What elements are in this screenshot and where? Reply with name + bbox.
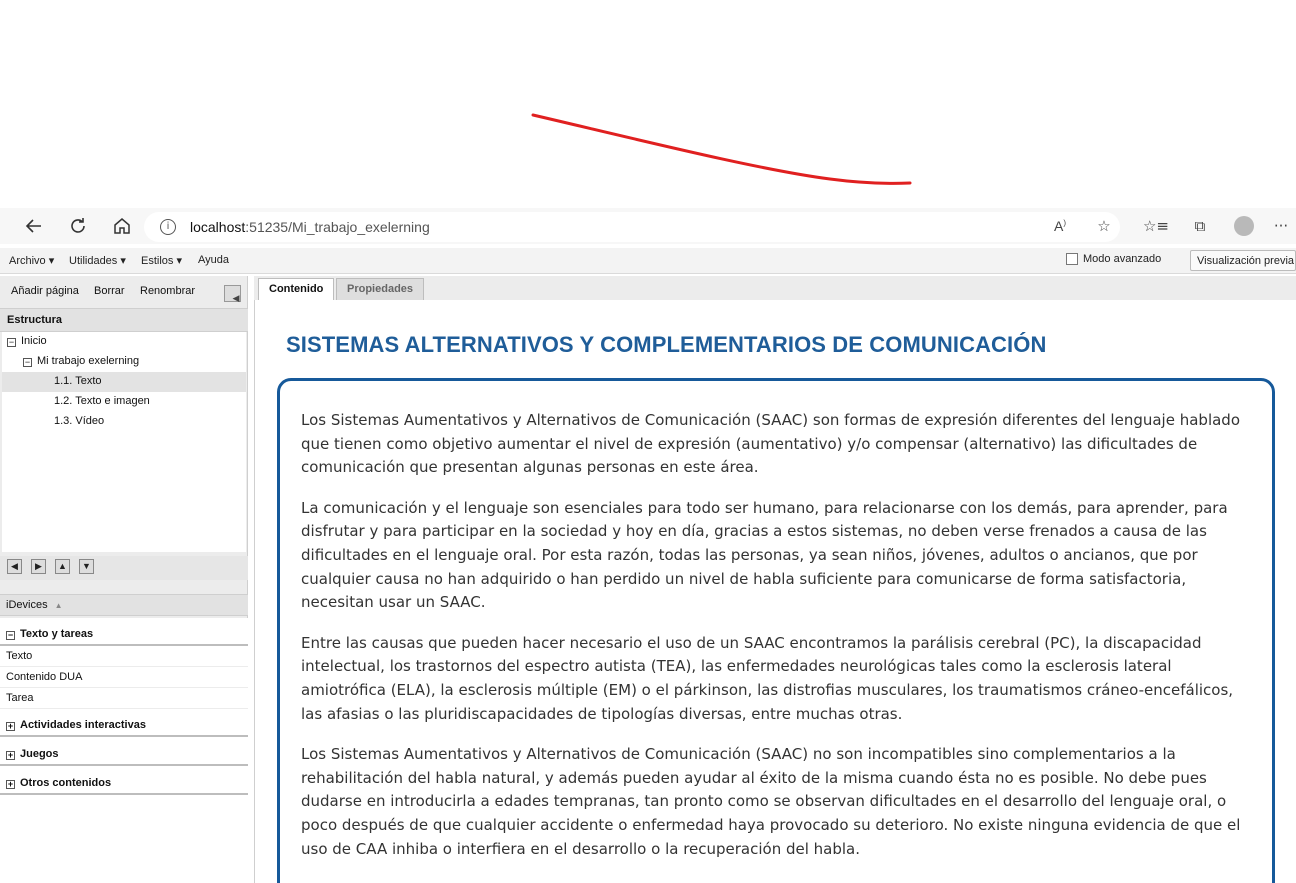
- paragraph: Los Sistemas Aumentativos y Alternativos…: [301, 411, 1241, 477]
- category-juegos[interactable]: + Juegos: [0, 744, 248, 766]
- advanced-mode-toggle[interactable]: Modo avanzado: [1066, 253, 1161, 265]
- menu-ayuda[interactable]: Ayuda: [198, 254, 229, 266]
- sort-up-icon: ▲: [54, 601, 63, 610]
- move-left-button[interactable]: ◀: [7, 559, 22, 574]
- menu-utilidades[interactable]: Utilidades ▾: [69, 254, 126, 267]
- category-otros[interactable]: + Otros contenidos: [0, 773, 248, 795]
- text-idevice-body: Los Sistemas Aumentativos y Alternativos…: [301, 409, 1253, 878]
- screen: i localhost:51235/Mi_trabajo_exelerning …: [0, 0, 1296, 883]
- tree-node-video[interactable]: 1.3. Vídeo: [2, 412, 246, 432]
- advanced-mode-label: Modo avanzado: [1083, 253, 1162, 265]
- ellipsis-icon: ···: [1273, 217, 1289, 235]
- profile-button[interactable]: [1222, 210, 1266, 242]
- text-idevice-frame: Los Sistemas Aumentativos y Alternativos…: [277, 378, 1275, 883]
- add-page-button[interactable]: Añadir página: [11, 285, 79, 297]
- collections-icon: ⧉: [1194, 217, 1206, 235]
- tree-node-texto[interactable]: 1.1. Texto: [2, 372, 246, 392]
- idevice-texto[interactable]: Texto: [0, 646, 248, 667]
- rename-button[interactable]: Renombrar: [140, 285, 195, 297]
- url-path: :51235/Mi_trabajo_exelerning: [245, 219, 430, 235]
- tree-node-mi-trabajo[interactable]: − Mi trabajo exelerning: [2, 352, 246, 372]
- app-menu-bar: Archivo ▾ Utilidades ▾ Estilos ▾ Ayuda M…: [0, 248, 1296, 274]
- home-button[interactable]: [104, 210, 140, 242]
- move-up-button[interactable]: ▲: [55, 559, 70, 574]
- arrow-down-icon: ▼: [82, 561, 91, 571]
- more-menu-button[interactable]: ···: [1266, 210, 1296, 242]
- paragraph: Entre las causas que pueden hacer necesa…: [301, 633, 1234, 723]
- collapse-toggle-icon[interactable]: −: [7, 338, 16, 347]
- add-favorite-button[interactable]: ☆: [1082, 210, 1126, 242]
- idevice-tarea[interactable]: Tarea: [0, 688, 248, 709]
- arrow-left-icon: ◀: [11, 561, 18, 571]
- tree-node-label: Inicio: [21, 335, 47, 347]
- tree-navigation-bar: ◀ ▶ ▲ ▼: [0, 556, 248, 580]
- tab-strip: Contenido Propiedades: [254, 276, 1296, 300]
- tab-propiedades[interactable]: Propiedades: [336, 278, 425, 300]
- category-label: Texto y tareas: [20, 628, 94, 640]
- expand-toggle-icon[interactable]: +: [6, 751, 15, 760]
- structure-tree: − Inicio − Mi trabajo exelerning 1.1. Text…: [2, 332, 246, 552]
- expand-toggle-icon[interactable]: +: [6, 780, 15, 789]
- category-label: Otros contenidos: [20, 777, 112, 789]
- tree-node-label: 1.2. Texto e imagen: [54, 395, 150, 407]
- expand-toggle-icon[interactable]: +: [6, 722, 15, 731]
- arrow-right-icon: ▶: [35, 561, 42, 571]
- arrow-left-icon: [25, 219, 41, 233]
- star-add-icon: ☆: [1097, 217, 1111, 235]
- collapse-toggle-icon[interactable]: −: [6, 631, 15, 640]
- favorites-button[interactable]: ☆≡: [1134, 210, 1178, 242]
- collapse-panel-button[interactable]: ◀: [224, 285, 241, 303]
- red-annotation-stroke: [531, 113, 912, 185]
- preview-button[interactable]: Visualización previa: [1190, 250, 1296, 271]
- favorites-list-icon: ☆≡: [1142, 217, 1169, 235]
- page-title: SISTEMAS ALTERNATIVOS Y COMPLEMENTARIOS …: [286, 332, 1047, 357]
- arrow-left-icon: ◀: [232, 293, 240, 303]
- delete-button[interactable]: Borrar: [94, 285, 125, 297]
- idevices-list: − Texto y tareas Texto Contenido DUA Tare…: [0, 618, 248, 883]
- url-host: localhost: [190, 219, 246, 235]
- category-label: Actividades interactivas: [20, 719, 146, 731]
- tree-node-label: Mi trabajo exelerning: [37, 355, 140, 367]
- avatar: [1234, 216, 1254, 236]
- category-actividades[interactable]: + Actividades interactivas: [0, 715, 248, 737]
- browser-toolbar: i localhost:51235/Mi_trabajo_exelerning …: [0, 208, 1296, 244]
- idevice-contenido-dua[interactable]: Contenido DUA: [0, 667, 248, 688]
- content-area: SISTEMAS ALTERNATIVOS Y COMPLEMENTARIOS …: [254, 300, 1296, 883]
- category-texto-tareas[interactable]: − Texto y tareas: [0, 624, 248, 646]
- browser-right-icons: A) ☆ ☆≡ ⧉ ···: [1038, 208, 1296, 244]
- back-button[interactable]: [16, 210, 52, 242]
- left-panel: Añadir página Borrar Renombrar ◀ Estruct…: [0, 276, 248, 883]
- paragraph: La comunicación y el lenguaje son esenci…: [301, 498, 1228, 612]
- advanced-mode-checkbox[interactable]: [1066, 253, 1078, 265]
- refresh-icon: [71, 218, 85, 233]
- move-right-button[interactable]: ▶: [31, 559, 46, 574]
- structure-header: Estructura: [0, 308, 248, 332]
- arrow-up-icon: ▲: [58, 561, 67, 571]
- tree-node-texto-imagen[interactable]: 1.2. Texto e imagen: [2, 392, 246, 412]
- menu-estilos[interactable]: Estilos ▾: [141, 254, 182, 267]
- move-down-button[interactable]: ▼: [79, 559, 94, 574]
- paragraph: Los Sistemas Aumentativos y Alternativos…: [301, 745, 1241, 858]
- tree-node-label: 1.3. Vídeo: [54, 415, 105, 427]
- category-label: Juegos: [20, 748, 59, 760]
- address-bar[interactable]: i localhost:51235/Mi_trabajo_exelerning: [144, 212, 1120, 242]
- collapse-toggle-icon[interactable]: −: [23, 358, 32, 367]
- info-icon[interactable]: i: [160, 219, 176, 235]
- read-aloud-button[interactable]: A): [1038, 210, 1082, 242]
- collections-button[interactable]: ⧉: [1178, 210, 1222, 242]
- home-icon: [114, 218, 130, 234]
- refresh-button[interactable]: [60, 210, 96, 242]
- tree-node-label: 1.1. Texto: [54, 375, 102, 387]
- menu-archivo[interactable]: Archivo ▾: [9, 254, 54, 267]
- read-aloud-icon: A): [1053, 218, 1066, 234]
- idevices-header[interactable]: iDevices ▲: [0, 594, 248, 616]
- tree-node-inicio[interactable]: − Inicio: [2, 332, 246, 352]
- structure-toolbar: Añadir página Borrar Renombrar ◀: [0, 280, 248, 304]
- tab-contenido[interactable]: Contenido: [258, 278, 335, 300]
- idevices-title: iDevices: [6, 599, 48, 611]
